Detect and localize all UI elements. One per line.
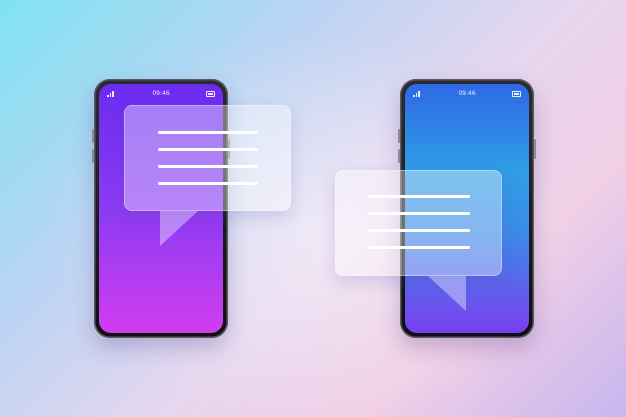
status-time: 09:46 [458, 90, 476, 97]
battery-icon [512, 91, 521, 97]
volume-button [398, 129, 400, 143]
message-text-line [368, 229, 470, 232]
message-text-line [158, 148, 258, 151]
message-text-line [158, 182, 258, 185]
message-text-line [368, 212, 470, 215]
chat-bubble-left [124, 105, 291, 211]
chat-bubble-tail-left [160, 211, 198, 246]
message-text-line [158, 165, 258, 168]
status-bar: 09:46 [99, 90, 223, 100]
status-time: 09:46 [152, 90, 170, 97]
volume-button [92, 149, 94, 163]
battery-icon [206, 91, 215, 97]
message-text-line [368, 246, 470, 249]
message-text-line [368, 195, 470, 198]
chat-bubble-right [335, 170, 502, 276]
status-bar: 09:46 [405, 90, 529, 100]
volume-button [92, 129, 94, 143]
volume-button [398, 149, 400, 163]
chat-bubble-tail-right [428, 276, 466, 311]
power-button [534, 139, 536, 159]
message-text-line [158, 131, 258, 134]
